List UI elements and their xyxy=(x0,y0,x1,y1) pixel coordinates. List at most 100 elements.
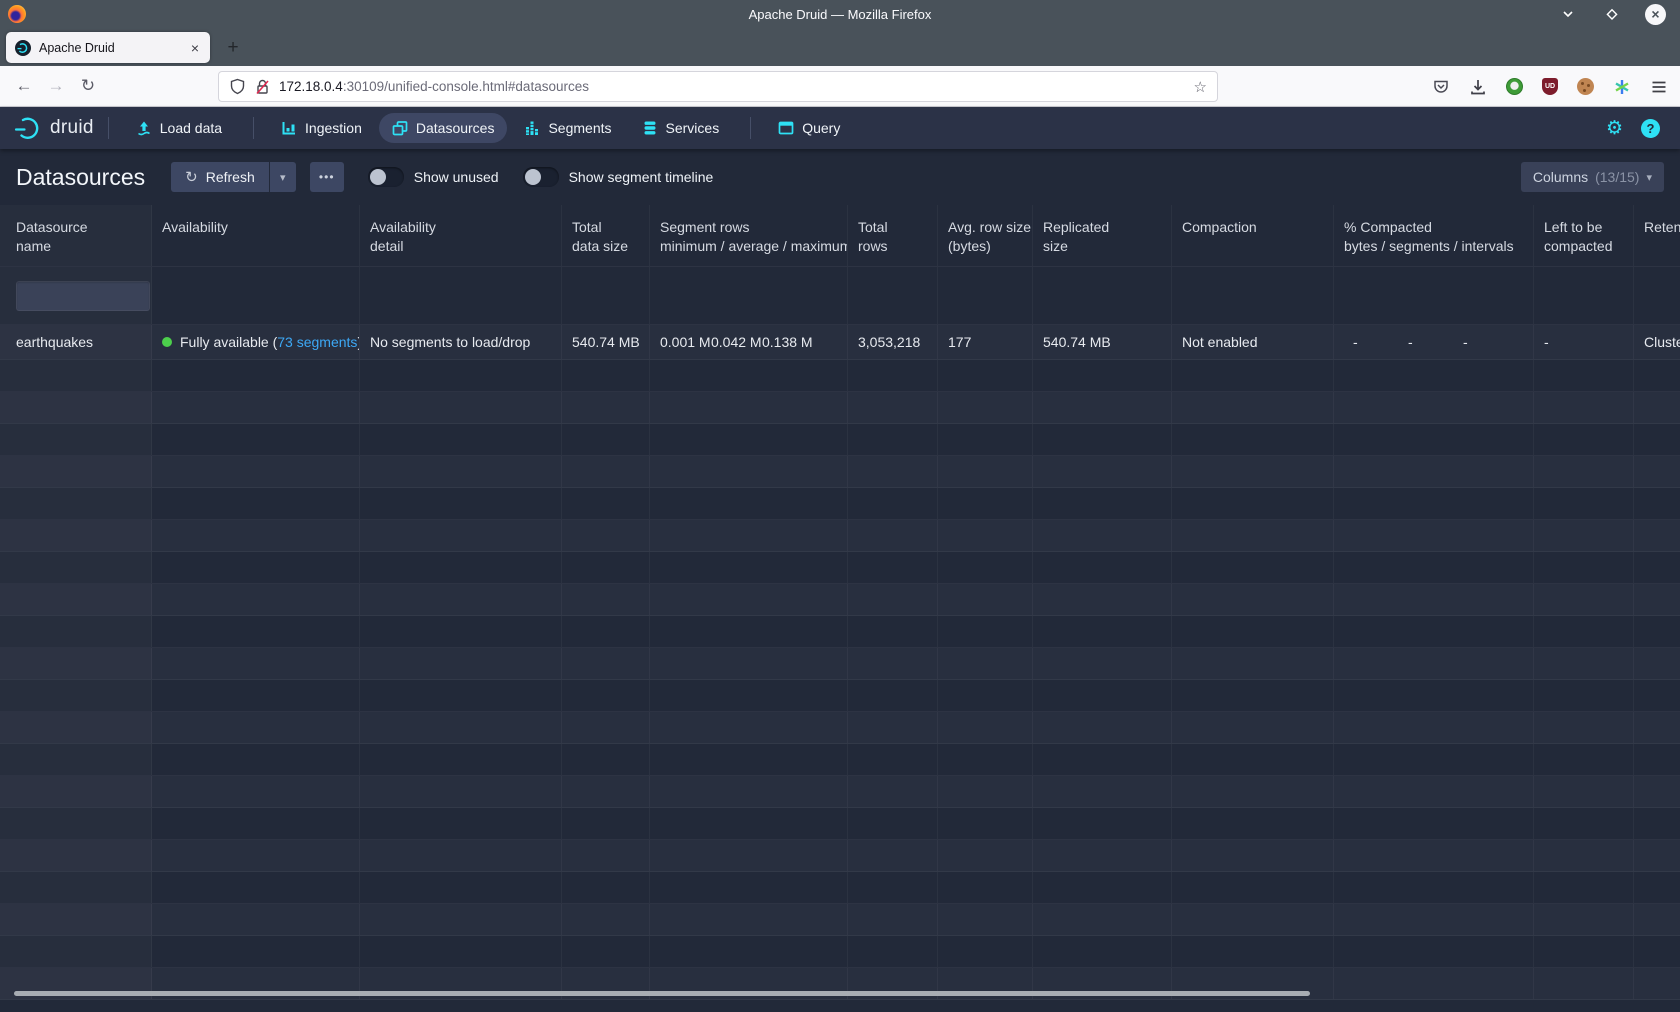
segments-link[interactable]: 73 segments xyxy=(277,334,357,350)
table-cell xyxy=(1033,424,1172,455)
reload-button[interactable]: ↻ xyxy=(72,76,104,96)
table-cell xyxy=(1634,904,1680,935)
table-cell xyxy=(1033,488,1172,519)
table-cell xyxy=(650,267,848,324)
column-header-retention[interactable]: Retention xyxy=(1634,205,1680,266)
column-header-availability[interactable]: Availability xyxy=(152,205,360,266)
help-icon[interactable]: ? xyxy=(1641,119,1660,138)
nav-item-services[interactable]: Services xyxy=(629,113,733,143)
tracking-shield-icon[interactable] xyxy=(229,78,246,95)
table-cell xyxy=(0,872,152,903)
nav-item-datasources[interactable]: Datasources xyxy=(379,113,508,143)
table-cell xyxy=(1172,488,1334,519)
table-cell xyxy=(1534,744,1634,775)
table-cell xyxy=(0,424,152,455)
table-cell xyxy=(848,488,938,519)
insecure-lock-icon[interactable] xyxy=(255,79,270,95)
download-icon[interactable] xyxy=(1469,78,1487,96)
table-cell xyxy=(152,904,360,935)
table-cell xyxy=(848,680,938,711)
privacy-badger-icon[interactable] xyxy=(1506,78,1523,95)
url-bar[interactable]: 172.18.0.4:30109/unified-console.html#da… xyxy=(218,71,1218,102)
refresh-button[interactable]: ↻ Refresh xyxy=(171,162,269,192)
refresh-button-group: ↻ Refresh ▾ xyxy=(171,162,296,192)
more-actions-button[interactable]: ••• xyxy=(310,162,344,192)
new-tab-button[interactable]: + xyxy=(218,33,248,63)
columns-button[interactable]: Columns (13/15) ▾ xyxy=(1521,162,1664,192)
table-cell xyxy=(360,488,562,519)
table-cell xyxy=(1634,360,1680,391)
nav-item-label: Segments xyxy=(548,120,611,136)
refresh-interval-dropdown[interactable]: ▾ xyxy=(270,162,296,192)
nav-item-load-data[interactable]: Load data xyxy=(123,113,235,143)
brand-name: druid xyxy=(50,117,94,139)
table-cell xyxy=(848,712,938,743)
cell-compaction[interactable]: Not enabled xyxy=(1172,325,1334,359)
pocket-icon[interactable] xyxy=(1432,78,1450,96)
nav-item-query[interactable]: Query xyxy=(765,113,853,143)
table-cell xyxy=(848,808,938,839)
table-cell xyxy=(1334,936,1534,967)
table-cell xyxy=(1634,456,1680,487)
forward-button[interactable]: → xyxy=(40,76,72,96)
tab-apache-druid[interactable]: Apache Druid × xyxy=(6,32,210,63)
back-button[interactable]: ← xyxy=(8,76,40,96)
nav-item-segments[interactable]: Segments xyxy=(511,113,624,143)
column-header-pct-compacted[interactable]: % Compactedbytes / segments / intervals xyxy=(1334,205,1534,266)
column-header-replicated-size[interactable]: Replicatedsize xyxy=(1033,205,1172,266)
nav-item-ingestion[interactable]: Ingestion xyxy=(268,113,375,143)
column-header-total-rows[interactable]: Totalrows xyxy=(848,205,938,266)
table-cell xyxy=(1534,776,1634,807)
table-cell xyxy=(562,616,650,647)
column-header-left-to-be-compacted[interactable]: Left to becompacted xyxy=(1534,205,1634,266)
table-cell xyxy=(0,520,152,551)
window-maximize-icon[interactable] xyxy=(1601,3,1623,25)
column-header-availability-detail[interactable]: Availabilitydetail xyxy=(360,205,562,266)
column-header-total-data-size[interactable]: Totaldata size xyxy=(562,205,650,266)
container-asterisk-icon[interactable] xyxy=(1613,78,1631,96)
bookmark-star-icon[interactable]: ☆ xyxy=(1194,78,1207,96)
status-dot-green xyxy=(162,337,172,347)
cell-datasource-name[interactable]: earthquakes xyxy=(0,325,152,359)
column-header-compaction[interactable]: Compaction xyxy=(1172,205,1334,266)
show-segment-timeline-toggle[interactable] xyxy=(523,167,559,187)
table-cell xyxy=(562,552,650,583)
cookie-extension-icon[interactable] xyxy=(1577,78,1594,95)
table-cell xyxy=(0,936,152,967)
show-unused-toggle[interactable] xyxy=(368,167,404,187)
window-minimize-icon[interactable] xyxy=(1557,3,1579,25)
view-controls: Datasources ↻ Refresh ▾ ••• Show unused … xyxy=(0,149,1680,205)
datasource-name-filter-input[interactable] xyxy=(16,281,150,311)
table-cell xyxy=(1033,392,1172,423)
settings-gear-icon[interactable]: ⚙ xyxy=(1606,117,1623,140)
table-cell xyxy=(1172,360,1334,391)
tab-close-icon[interactable]: × xyxy=(189,40,201,56)
column-header-segment-rows[interactable]: Segment rowsminimum / average / maximum xyxy=(650,205,848,266)
table-cell xyxy=(1334,488,1534,519)
ublock-shield-icon[interactable]: UD xyxy=(1542,78,1558,95)
table-cell xyxy=(1534,488,1634,519)
column-header-datasource-name[interactable]: Datasourcename xyxy=(0,205,152,266)
table-cell xyxy=(938,776,1033,807)
table-cell xyxy=(650,648,848,679)
cell-retention[interactable]: Cluster default xyxy=(1634,325,1680,359)
table-cell xyxy=(1033,744,1172,775)
services-icon xyxy=(642,120,658,136)
table-cell xyxy=(938,840,1033,871)
cell-availability: Fully available (73 segments) xyxy=(152,325,360,359)
column-header-avg-row-size[interactable]: Avg. row size(bytes) xyxy=(938,205,1033,266)
table-cell xyxy=(1634,712,1680,743)
cell-availability-detail: No segments to load/drop xyxy=(360,325,562,359)
table-cell xyxy=(360,584,562,615)
tab-title: Apache Druid xyxy=(39,41,189,55)
table-cell xyxy=(562,392,650,423)
table-cell xyxy=(1634,872,1680,903)
horizontal-scrollbar-thumb[interactable] xyxy=(14,991,1310,996)
menu-hamburger-icon[interactable] xyxy=(1650,78,1668,96)
table-row xyxy=(0,648,1680,680)
table-cell xyxy=(650,872,848,903)
table-cell xyxy=(650,776,848,807)
table-cell xyxy=(0,840,152,871)
cell-total-data-size[interactable]: 540.74 MB xyxy=(562,325,650,359)
window-close-icon[interactable]: × xyxy=(1645,4,1666,25)
